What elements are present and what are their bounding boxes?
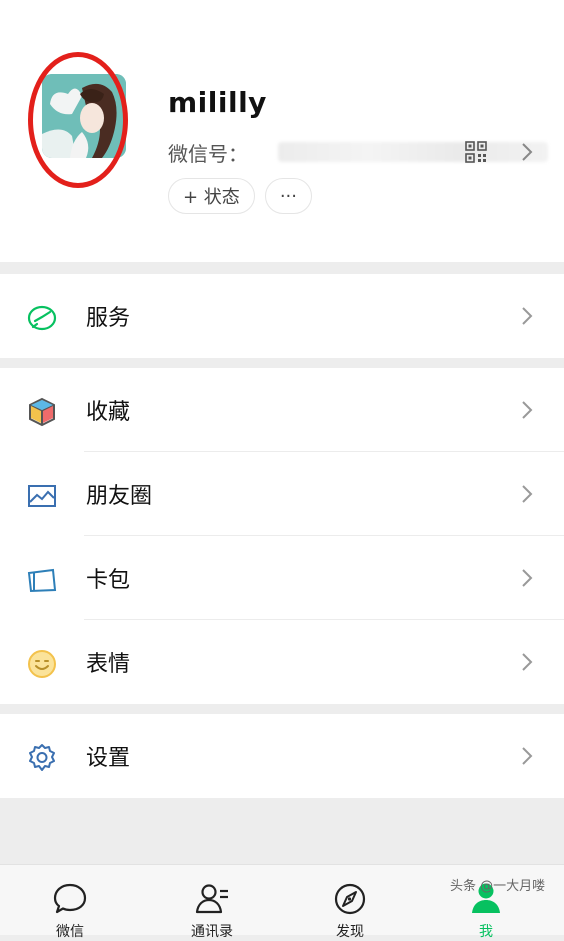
menu-item-moments[interactable]: 朋友圈: [0, 452, 564, 536]
menu-item-services[interactable]: 服务: [0, 274, 564, 358]
tab-label: 发现: [336, 924, 364, 940]
menu-item-label: 卡包: [86, 568, 131, 593]
contacts-icon: [195, 884, 228, 914]
menu-item-label: 朋友圈: [86, 484, 153, 509]
chat-bubble-icon: [53, 883, 87, 914]
add-status-button[interactable]: + 状态: [168, 178, 255, 214]
profile-name: mililly: [168, 86, 267, 119]
tab-discover[interactable]: 发现: [290, 865, 410, 940]
wechat-me-page: mililly 微信号： + 状态 ··· 服务 收藏 朋友圈 卡包 表情 设置…: [0, 0, 564, 940]
favorites-cube-icon: [29, 397, 55, 427]
smiley-icon: [28, 650, 56, 678]
chevron-right-icon: [522, 401, 533, 419]
menu-item-settings[interactable]: 设置: [0, 714, 564, 798]
watermark: 头条 @一大月喽: [450, 879, 546, 894]
compass-icon: [334, 883, 366, 915]
avatar-area[interactable]: [28, 52, 136, 194]
menu-item-cards[interactable]: 卡包: [0, 536, 564, 620]
status-row: + 状态 ···: [168, 178, 312, 214]
tab-contacts[interactable]: 通讯录: [152, 865, 272, 940]
chevron-right-icon: [522, 569, 533, 587]
highlight-circle: [28, 52, 128, 188]
moments-image-icon: [28, 485, 56, 507]
chevron-right-icon[interactable]: [520, 141, 534, 163]
menu-item-label: 设置: [86, 746, 131, 771]
features-section: 收藏 朋友圈 卡包 表情: [0, 368, 564, 704]
tab-label: 微信: [56, 924, 84, 940]
bottom-tab-bar: 微信 通讯录 发现 我 头条 @一大月喽: [0, 864, 564, 940]
tab-label: 我: [479, 924, 493, 940]
services-icon: [27, 305, 57, 331]
chevron-right-icon: [522, 485, 533, 503]
wallet-card-icon: [27, 568, 57, 593]
menu-item-label: 收藏: [86, 400, 131, 425]
qr-code-icon[interactable]: [464, 140, 488, 164]
settings-section: 设置: [0, 714, 564, 798]
menu-item-label: 服务: [86, 306, 131, 331]
menu-item-favorites[interactable]: 收藏: [0, 368, 564, 452]
chevron-right-icon: [522, 653, 533, 671]
chevron-right-icon: [522, 307, 533, 325]
wechat-id-label: 微信号：: [168, 141, 248, 166]
gear-icon: [29, 744, 55, 771]
tab-label: 通讯录: [191, 924, 233, 940]
more-status-button[interactable]: ···: [264, 178, 312, 214]
wechat-id-row[interactable]: 微信号：: [168, 136, 548, 168]
services-section: 服务: [0, 274, 564, 358]
menu-item-stickers[interactable]: 表情: [0, 620, 564, 704]
chevron-right-icon: [522, 747, 533, 765]
profile-header[interactable]: mililly 微信号： + 状态 ···: [0, 0, 564, 262]
menu-item-label: 表情: [86, 652, 131, 677]
tab-chats[interactable]: 微信: [10, 865, 130, 940]
wechat-id-value-redacted: [278, 142, 548, 162]
